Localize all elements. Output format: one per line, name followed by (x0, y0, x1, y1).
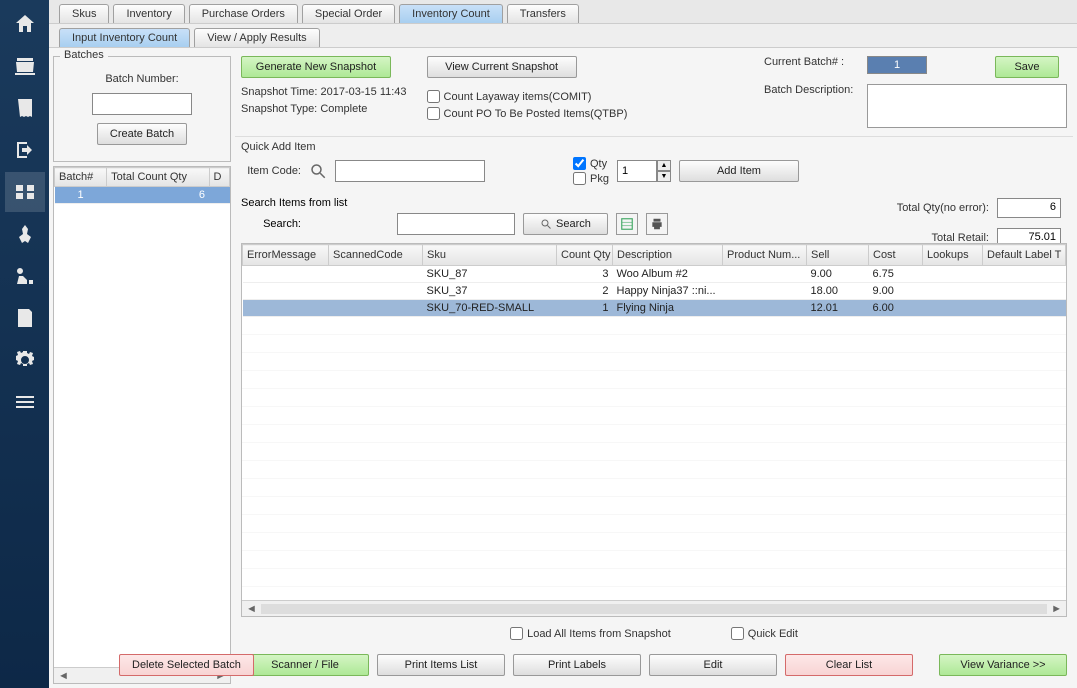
batches-group-title: Batches (60, 49, 108, 61)
batch-desc-label: Batch Description: (764, 84, 859, 96)
scanner-file-button[interactable]: Scanner / File (241, 654, 369, 676)
item-code-input[interactable] (335, 160, 485, 182)
search-icon (540, 218, 552, 230)
top-tab-transfers[interactable]: Transfers (507, 4, 579, 23)
grid-col-header[interactable]: Product Num... (723, 245, 807, 266)
batch-row[interactable]: 16 (55, 187, 230, 204)
snapshot-type-value: Complete (320, 103, 367, 115)
grid-col-header[interactable]: Description (613, 245, 723, 266)
grid-col-header[interactable]: Sku (423, 245, 557, 266)
sub-tab-input-inventory-count[interactable]: Input Inventory Count (59, 28, 190, 47)
top-controls: Generate New Snapshot Snapshot Time: 201… (235, 52, 1073, 132)
search-icon[interactable] (309, 162, 327, 180)
grid-scrollbar[interactable]: ◄► (242, 600, 1066, 616)
top-tabs: SkusInventory Purchase OrdersSpecial Orde… (49, 0, 1077, 23)
grid-col-header[interactable]: ScannedCode (329, 245, 423, 266)
total-qty-value: 6 (997, 198, 1061, 218)
content: Batches Batch Number: Create Batch Batch… (49, 47, 1077, 688)
top-tab-purchase-orders[interactable]: Purchase Orders (189, 4, 298, 23)
exit-icon[interactable] (5, 130, 45, 170)
print-icon[interactable] (646, 213, 668, 235)
batch-col-header[interactable]: Total Count Qty (107, 168, 209, 187)
grid-col-header[interactable]: Cost (869, 245, 923, 266)
settings-icon[interactable] (5, 340, 45, 380)
grid-row[interactable]: SKU_873Woo Album #29.006.75 (243, 266, 1066, 283)
batches-group: Batches Batch Number: Create Batch (53, 56, 231, 162)
current-batch-label: Current Batch# : (764, 56, 859, 68)
top-tab-inventory-count[interactable]: Inventory Count (399, 4, 503, 23)
batch-info: Current Batch# : 1 Save Batch Descriptio… (764, 56, 1067, 128)
current-batch-value: 1 (867, 56, 927, 74)
load-all-checkbox[interactable]: Load All Items from Snapshot (510, 627, 671, 640)
batch-col-header[interactable]: D (209, 168, 229, 187)
item-code-label: Item Code: (241, 165, 301, 177)
batch-desc-input[interactable] (867, 84, 1067, 128)
spinner-down[interactable]: ▼ (657, 171, 671, 182)
top-tab-special-order[interactable]: Special Order (302, 4, 395, 23)
count-layaway-checkbox[interactable]: Count Layaway items(COMIT) (427, 90, 628, 103)
sub-tabs: Input Inventory CountView / Apply Result… (49, 23, 1077, 47)
batch-table: Batch#Total Count QtyD 16 ◄► (53, 166, 231, 684)
grid-col-header[interactable]: Count Qty (557, 245, 613, 266)
search-input[interactable] (397, 213, 515, 235)
clear-list-button[interactable]: Clear List (785, 654, 913, 676)
quick-add-title: Quick Add Item (241, 141, 1067, 153)
edit-button[interactable]: Edit (649, 654, 777, 676)
create-batch-button[interactable]: Create Batch (97, 123, 187, 145)
main-area: SkusInventory Purchase OrdersSpecial Orde… (49, 0, 1077, 688)
items-grid[interactable]: ErrorMessageScannedCodeSkuCount QtyDescr… (241, 243, 1067, 617)
qty-spinner[interactable]: ▲▼ (617, 160, 671, 182)
grid-row[interactable]: SKU_70-RED-SMALL1Flying Ninja12.016.00 (243, 300, 1066, 317)
receipt-icon[interactable] (5, 88, 45, 128)
search-label: Search: (241, 218, 301, 230)
grid-view-icon[interactable] (616, 213, 638, 235)
inventory-icon[interactable] (5, 172, 45, 212)
quick-add-section: Quick Add Item Item Code: Qty Pkg ▲▼ Add… (235, 136, 1073, 189)
home-icon[interactable] (5, 4, 45, 44)
batch-number-input[interactable] (92, 93, 192, 115)
shipping-icon[interactable] (5, 256, 45, 296)
snapshot-time-value: 2017-03-15 11:43 (321, 86, 407, 98)
add-item-button[interactable]: Add Item (679, 160, 799, 182)
print-labels-button[interactable]: Print Labels (513, 654, 641, 676)
view-variance-button[interactable]: View Variance >> (939, 654, 1067, 676)
snapshot-type-label: Snapshot Type: (241, 103, 317, 115)
customer-icon[interactable] (5, 214, 45, 254)
nav-sidebar (0, 0, 49, 688)
print-items-button[interactable]: Print Items List (377, 654, 505, 676)
save-button[interactable]: Save (995, 56, 1059, 78)
batches-panel: Batches Batch Number: Create Batch Batch… (53, 52, 231, 684)
grid-row[interactable]: SKU_372Happy Ninja37 ::ni...18.009.00 (243, 283, 1066, 300)
search-button[interactable]: Search (523, 213, 608, 235)
grid-col-header[interactable]: Lookups (923, 245, 983, 266)
grid-empty-area (242, 317, 1066, 600)
pkg-checkbox[interactable]: Pkg (573, 172, 609, 185)
generate-snapshot-button[interactable]: Generate New Snapshot (241, 56, 391, 78)
sub-tab-view-apply-results[interactable]: View / Apply Results (194, 28, 319, 47)
top-tab-inventory[interactable]: Inventory (113, 4, 184, 23)
total-qty-label: Total Qty(no error): (897, 202, 989, 214)
qty-checkbox[interactable]: Qty (573, 157, 609, 170)
grid-col-header[interactable]: Default Label T (983, 245, 1066, 266)
menu-icon[interactable] (5, 382, 45, 422)
report-icon[interactable] (5, 298, 45, 338)
view-snapshot-button[interactable]: View Current Snapshot (427, 56, 577, 78)
delete-batch-button[interactable]: Delete Selected Batch (119, 654, 254, 676)
snapshot-info: Snapshot Time: 2017-03-15 11:43 Snapshot… (241, 84, 407, 117)
quick-edit-checkbox[interactable]: Quick Edit (731, 627, 798, 640)
qty-input[interactable] (617, 160, 657, 182)
right-area: Generate New Snapshot Snapshot Time: 201… (235, 52, 1073, 684)
snapshot-time-label: Snapshot Time: (241, 86, 317, 98)
count-po-checkbox[interactable]: Count PO To Be Posted Items(QTBP) (427, 107, 628, 120)
batch-col-header[interactable]: Batch# (55, 168, 107, 187)
register-icon[interactable] (5, 46, 45, 86)
top-tab-skus[interactable]: Skus (59, 4, 109, 23)
grid-col-header[interactable]: Sell (807, 245, 869, 266)
bottom-options: Load All Items from Snapshot Quick Edit (235, 621, 1073, 646)
bottom-buttons: Scanner / File Print Items List Print La… (235, 650, 1073, 684)
grid-col-header[interactable]: ErrorMessage (243, 245, 329, 266)
batch-number-label: Batch Number: (105, 73, 178, 85)
spinner-up[interactable]: ▲ (657, 160, 671, 171)
